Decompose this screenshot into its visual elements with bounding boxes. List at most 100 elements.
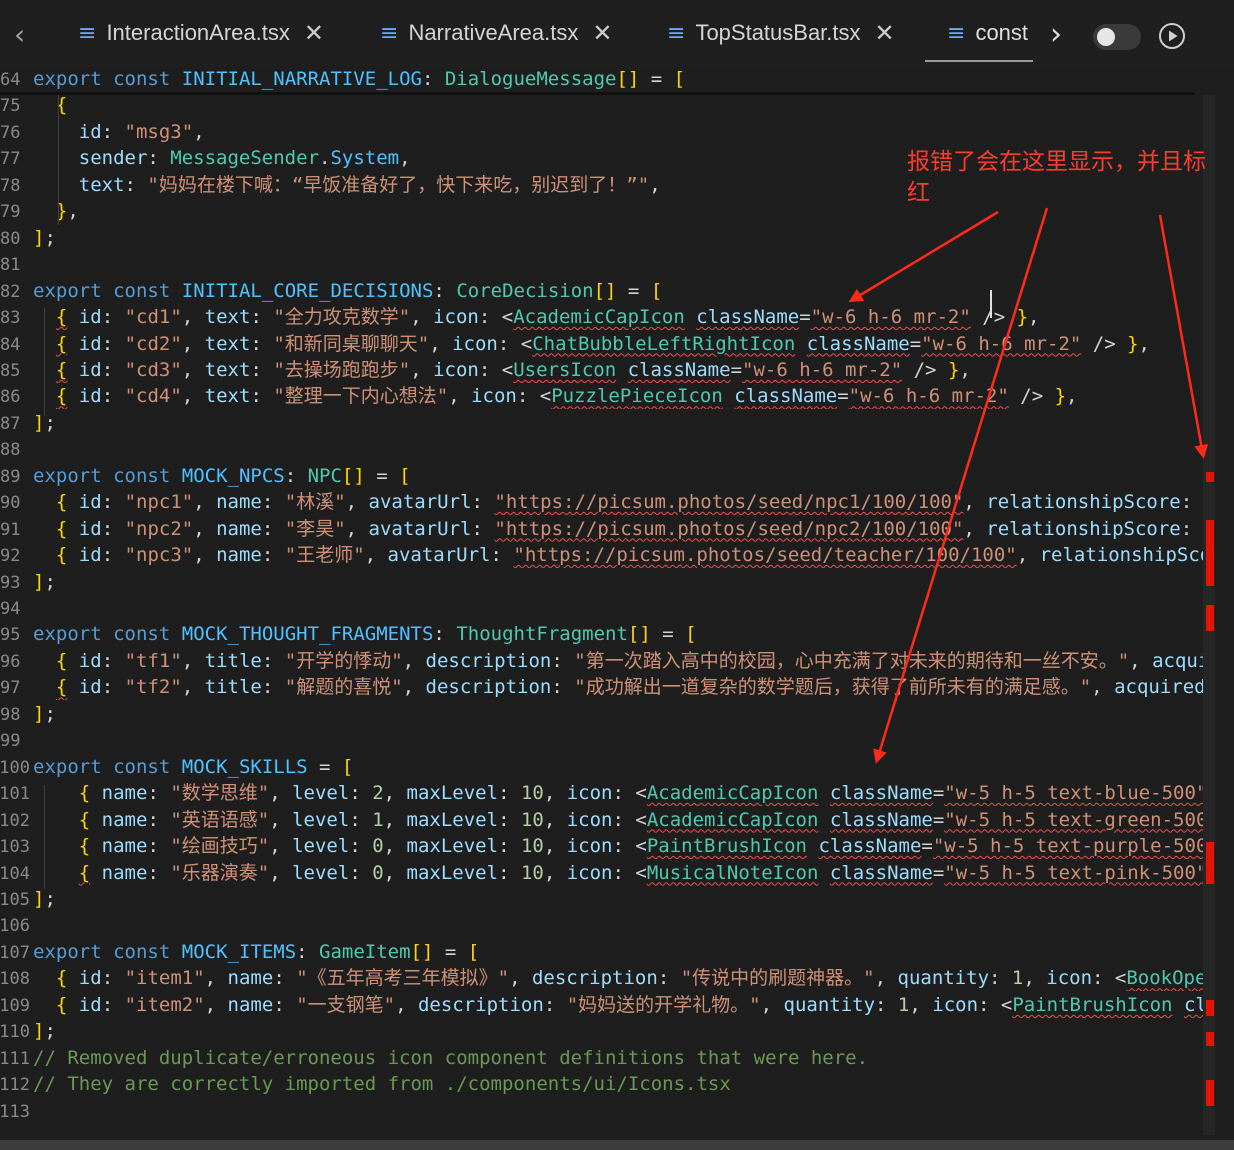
line-number: 83 — [0, 308, 21, 329]
line-number: 93 — [0, 572, 21, 593]
code-line[interactable]: { name: "绘画技巧", level: 0, maxLevel: 10, … — [33, 833, 1213, 859]
line-number: 90 — [0, 493, 21, 514]
code-line[interactable]: // They are correctly imported from ./co… — [33, 1071, 1213, 1097]
code-line[interactable] — [33, 1098, 1213, 1124]
close-icon[interactable]: ✕ — [592, 19, 612, 47]
code-line[interactable] — [33, 251, 1213, 277]
tab-label: InteractionArea.tsx — [106, 20, 290, 45]
code-line[interactable]: { name: "数学思维", level: 2, maxLevel: 10, … — [33, 780, 1213, 806]
code-line[interactable] — [33, 595, 1213, 621]
code-line[interactable]: { id: "npc3", name: "王老师", avatarUrl: "h… — [33, 542, 1213, 568]
line-number: 92 — [0, 546, 21, 567]
code-line[interactable]: { name: "英语语感", level: 1, maxLevel: 10, … — [33, 807, 1213, 833]
code-line[interactable]: { id: "npc2", name: "李昊", avatarUrl: "ht… — [33, 516, 1213, 542]
code-line[interactable]: export const MOCK_NPCS: NPC[] = [ — [33, 463, 1213, 489]
chevron-left-icon[interactable]: ‹ — [14, 20, 42, 50]
tab-interaction-area[interactable]: ≡ InteractionArea.tsx ✕ — [78, 0, 324, 66]
line-number: 94 — [0, 599, 21, 619]
line-number: 75 — [0, 96, 21, 117]
close-icon[interactable]: ✕ — [304, 19, 324, 47]
indent-guide — [44, 308, 45, 416]
line-number: 82 — [0, 281, 21, 302]
tab-top-status-bar[interactable]: ≡ TopStatusBar.tsx ✕ — [667, 0, 895, 66]
line-number: 86 — [0, 387, 21, 408]
preview-toggle[interactable] — [1093, 24, 1141, 50]
line-number: 88 — [0, 440, 21, 461]
indent-guide — [58, 95, 59, 225]
tab-label: TopStatusBar.tsx — [695, 20, 861, 45]
code-line[interactable]: { id: "cd4", text: "整理一下内心想法", icon: <Pu… — [33, 383, 1213, 409]
chevron-right-icon[interactable]: › — [1050, 18, 1078, 52]
code-line[interactable]: { name: "乐器演奏", level: 0, maxLevel: 10, … — [33, 860, 1213, 886]
code-line[interactable]: export const INITIAL_CORE_DECISIONS: Cor… — [33, 278, 1213, 304]
code-line[interactable]: { id: "tf1", title: "开学的悸动", description… — [33, 648, 1213, 674]
line-number: 105 — [0, 889, 30, 910]
file-lines-icon: ≡ — [667, 20, 686, 46]
line-number: 95 — [0, 625, 21, 646]
horizontal-scrollbar[interactable] — [0, 1140, 1234, 1150]
line-number: 79 — [0, 202, 21, 223]
code-line[interactable]: export const MOCK_SKILLS = [ — [33, 754, 1213, 780]
tab-bar: ‹ ≡ InteractionArea.tsx ✕ ≡ NarrativeAre… — [0, 0, 1234, 72]
code-line[interactable]: id: "msg3", — [33, 119, 1213, 145]
code-line[interactable]: ]; — [33, 1018, 1213, 1044]
line-number: 78 — [0, 175, 21, 196]
line-number: 103 — [0, 837, 30, 858]
error-marker — [1206, 605, 1214, 631]
code-line[interactable]: { — [33, 92, 1213, 118]
error-marker — [1206, 520, 1214, 586]
line-number: 77 — [0, 149, 21, 170]
line-number: 91 — [0, 519, 21, 540]
play-circle-icon[interactable] — [1158, 22, 1186, 50]
line-number: 113 — [0, 1101, 30, 1122]
code-line[interactable] — [33, 912, 1213, 938]
code-line[interactable]: ]; — [33, 225, 1213, 251]
line-number: 80 — [0, 228, 21, 249]
close-icon[interactable]: ✕ — [875, 19, 895, 47]
code-line[interactable]: { id: "cd3", text: "去操场跑跑步", icon: <User… — [33, 357, 1213, 383]
line-number: 85 — [0, 360, 21, 381]
code-line[interactable]: { id: "cd1", text: "全力攻克数学", icon: <Acad… — [33, 304, 1213, 330]
line-number: 107 — [0, 942, 30, 963]
line-number: 111 — [0, 1048, 30, 1069]
toggle-knob — [1097, 28, 1115, 46]
code-line[interactable]: export const INITIAL_NARRATIVE_LOG: Dial… — [33, 66, 1213, 92]
code-line[interactable]: { id: "tf2", title: "解题的喜悦", description… — [33, 674, 1213, 700]
line-number: 101 — [0, 784, 30, 805]
code-line[interactable]: export const MOCK_ITEMS: GameItem[] = [ — [33, 939, 1213, 965]
code-line[interactable]: { id: "item2", name: "一支钢笔", description… — [33, 992, 1213, 1018]
line-number: 76 — [0, 122, 21, 143]
error-marker — [1206, 1032, 1214, 1046]
error-marker — [1206, 472, 1214, 482]
line-number: 98 — [0, 704, 21, 725]
code-line[interactable]: ]; — [33, 886, 1213, 912]
file-lines-icon: ≡ — [78, 20, 97, 46]
sticky-scroll-divider — [0, 92, 1195, 95]
line-number: 108 — [0, 969, 30, 990]
code-line[interactable]: { id: "cd2", text: "和新同桌聊聊天", icon: <Cha… — [33, 331, 1213, 357]
annotation-text: 报错了会在这里显示，并且标红 — [907, 149, 1206, 206]
line-number: 84 — [0, 334, 21, 355]
line-number: 100 — [0, 757, 30, 778]
indent-guide — [44, 785, 45, 889]
code-line[interactable] — [33, 436, 1213, 462]
code-line[interactable]: ]; — [33, 569, 1213, 595]
error-marker — [1206, 842, 1214, 884]
tab-label: NarrativeArea.tsx — [408, 20, 579, 45]
tab-narrative-area[interactable]: ≡ NarrativeArea.tsx ✕ — [380, 0, 613, 66]
tab-label: const — [975, 20, 1029, 45]
line-number: 110 — [0, 1022, 30, 1043]
code-line[interactable]: { id: "item1", name: "《五年高考三年模拟》", descr… — [33, 965, 1213, 991]
tab-constants[interactable]: ≡ const — [925, 0, 1033, 66]
code-line[interactable]: // Removed duplicate/erroneous icon comp… — [33, 1045, 1213, 1071]
line-number: 96 — [0, 651, 21, 672]
code-line[interactable]: export const MOCK_THOUGHT_FRAGMENTS: Tho… — [33, 621, 1213, 647]
code-line[interactable]: ]; — [33, 701, 1213, 727]
line-number: 106 — [0, 916, 30, 937]
line-number: 64 — [0, 70, 21, 90]
text-cursor — [990, 290, 992, 318]
line-number: 87 — [0, 413, 21, 434]
code-line[interactable]: ]; — [33, 410, 1213, 436]
code-line[interactable] — [33, 727, 1213, 753]
code-line[interactable]: { id: "npc1", name: "林溪", avatarUrl: "ht… — [33, 489, 1213, 515]
